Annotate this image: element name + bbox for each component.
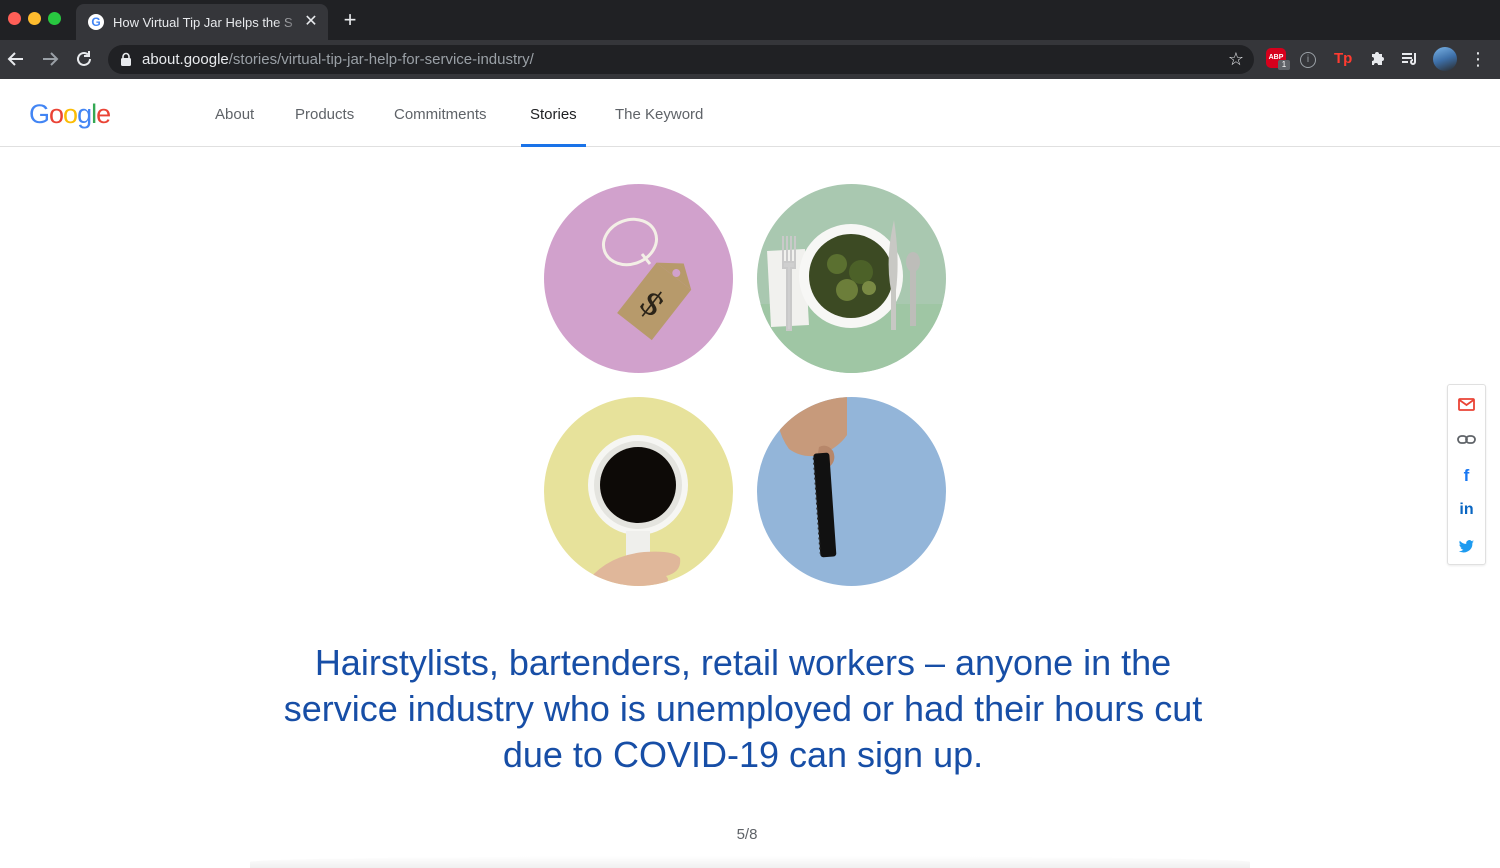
nav-the-keyword[interactable]: The Keyword — [615, 105, 703, 125]
tp-extension-icon[interactable]: Tp — [1334, 48, 1356, 70]
coffee-cup-image — [544, 397, 733, 586]
logo-letter: o — [49, 99, 64, 129]
browser-titlebar: G How Virtual Tip Jar Helps the S ✕ + — [0, 0, 1500, 40]
window-zoom-button[interactable] — [48, 12, 61, 25]
tab-title: How Virtual Tip Jar Helps the S — [113, 15, 293, 30]
window-close-button[interactable] — [8, 12, 21, 25]
logo-letter: G — [29, 99, 50, 129]
share-rail: f in — [1447, 384, 1486, 565]
url-host: about.google — [142, 51, 229, 68]
profile-avatar[interactable] — [1433, 47, 1457, 71]
new-tab-button[interactable]: + — [338, 8, 362, 32]
nav-stories[interactable]: Stories — [530, 105, 577, 125]
forward-arrow-icon[interactable] — [38, 47, 62, 71]
address-bar[interactable]: about.google/stories/virtual-tip-jar-hel… — [108, 45, 1254, 74]
window-minimize-button[interactable] — [28, 12, 41, 25]
twitter-icon[interactable] — [1456, 535, 1477, 556]
logo-letter: g — [77, 99, 92, 129]
site-header: Google About Products Commitments Storie… — [0, 79, 1500, 147]
logo-letter: o — [63, 99, 78, 129]
adblock-plus-icon[interactable]: ABP 1 — [1266, 48, 1290, 70]
email-icon[interactable] — [1456, 394, 1477, 415]
reload-icon[interactable] — [72, 47, 96, 71]
facebook-icon[interactable]: f — [1456, 465, 1477, 486]
price-tag-image: $ — [544, 184, 733, 373]
info-icon[interactable]: i — [1300, 52, 1316, 68]
logo-letter: e — [96, 99, 111, 129]
linkedin-icon[interactable]: in — [1456, 499, 1477, 520]
google-logo[interactable]: Google — [29, 97, 111, 131]
kebab-menu-icon[interactable]: ⋮ — [1468, 48, 1488, 70]
story-headline: Hairstylists, bartenders, retail workers… — [283, 642, 1203, 775]
browser-toolbar: about.google/stories/virtual-tip-jar-hel… — [0, 40, 1500, 80]
media-control-icon[interactable] — [1400, 48, 1422, 70]
link-icon[interactable] — [1456, 429, 1477, 450]
star-icon[interactable]: ☆ — [1226, 49, 1246, 69]
browser-tab-active[interactable]: G How Virtual Tip Jar Helps the S ✕ — [76, 4, 328, 40]
comb-hand-image — [757, 397, 946, 586]
slide-counter: 5/8 — [736, 826, 758, 843]
puzzle-icon[interactable] — [1368, 48, 1390, 70]
nav-about[interactable]: About — [215, 105, 254, 125]
lock-icon — [121, 52, 131, 66]
nav-commitments[interactable]: Commitments — [394, 105, 487, 125]
active-nav-indicator — [521, 144, 586, 147]
url-path: /stories/virtual-tip-jar-help-for-servic… — [228, 51, 534, 68]
nav-products[interactable]: Products — [295, 105, 354, 125]
tab-close-icon[interactable]: ✕ — [302, 13, 320, 31]
adblock-badge: 1 — [1278, 60, 1290, 70]
salad-bowl-image — [757, 184, 946, 373]
back-arrow-icon[interactable] — [4, 47, 28, 71]
next-section-shadow — [250, 856, 1250, 868]
google-favicon-icon: G — [88, 14, 104, 30]
url-text[interactable]: about.google/stories/virtual-tip-jar-hel… — [142, 51, 534, 69]
